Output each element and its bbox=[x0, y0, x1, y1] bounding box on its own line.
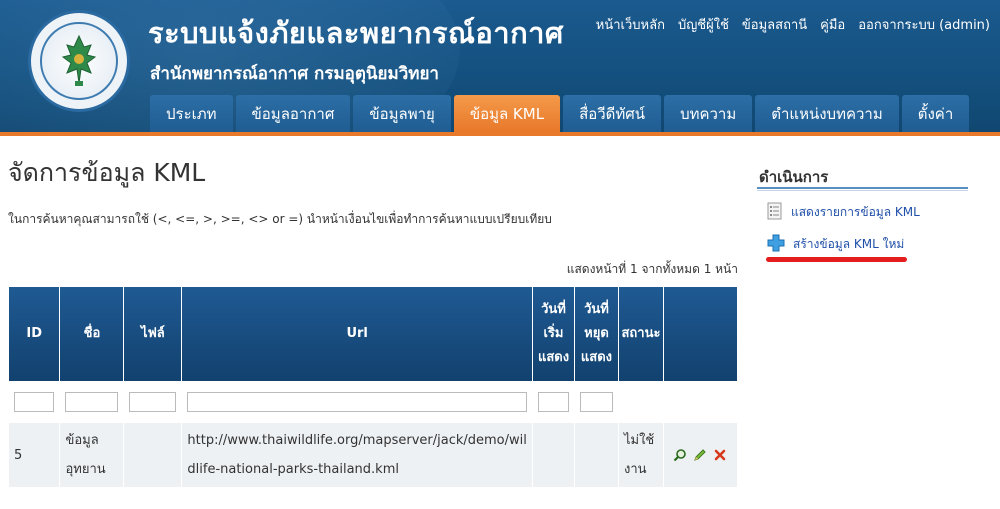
link-manual[interactable]: คู่มือ bbox=[820, 14, 845, 35]
column-header-actions bbox=[663, 287, 737, 381]
filter-status-cell bbox=[618, 381, 664, 423]
column-header-stop-date[interactable]: วันที่ หยุด แสดง bbox=[574, 287, 619, 381]
highlight-underline bbox=[766, 257, 907, 262]
column-header-status[interactable]: สถานะ bbox=[618, 287, 664, 381]
filter-url-input[interactable] bbox=[187, 392, 527, 412]
filter-actions-cell bbox=[663, 381, 738, 423]
link-home[interactable]: หน้าเว็บหลัก bbox=[596, 14, 665, 35]
tab-article-positions[interactable]: ตำแหน่งบทความ bbox=[755, 95, 899, 132]
cell-status: ไม่ใช้ งาน bbox=[618, 423, 664, 487]
tab-video-media[interactable]: สื่อวีดีทัศน์ bbox=[563, 95, 662, 132]
cell-name: ข้อมูล อุทยาน bbox=[59, 423, 125, 487]
top-links: หน้าเว็บหลัก บัญชีผู้ใช้ ข้อมูลสถานี คู่… bbox=[596, 14, 990, 35]
filter-start-date-input[interactable] bbox=[538, 392, 569, 412]
edit-icon[interactable] bbox=[692, 447, 708, 463]
filter-name-input[interactable] bbox=[65, 392, 119, 412]
filter-stop-date-input[interactable] bbox=[579, 392, 613, 412]
cell-start-date bbox=[532, 423, 575, 487]
link-account[interactable]: บัญชีผู้ใช้ bbox=[678, 14, 729, 35]
link-station-data[interactable]: ข้อมูลสถานี bbox=[742, 14, 807, 35]
cell-actions bbox=[663, 423, 737, 487]
table-header-row: ID ชื่อ ไฟล์ Url วันที่ เริ่ม แสดง วันที… bbox=[9, 287, 737, 381]
tab-types[interactable]: ประเภท bbox=[150, 95, 233, 132]
tab-weather-data[interactable]: ข้อมูลอากาศ bbox=[235, 95, 351, 132]
list-icon bbox=[767, 202, 783, 223]
pagination-summary: แสดงหน้าที่ 1 จากทั้งหมด 1 หน้า bbox=[566, 262, 738, 276]
table-row: 5 ข้อมูล อุทยาน http://www.thaiwildlife.… bbox=[9, 423, 737, 487]
cell-id: 5 bbox=[9, 423, 61, 487]
sidebar-divider bbox=[757, 187, 968, 191]
sidebar-item-label: สร้างข้อมูล KML ใหม่ bbox=[793, 237, 905, 251]
filter-row bbox=[9, 381, 738, 423]
tab-settings[interactable]: ตั้งค่า bbox=[901, 95, 970, 132]
cell-url: http://www.thaiwildlife.org/mapserver/ja… bbox=[181, 423, 533, 487]
site-title: ระบบแจ้งภัยและพยากรณ์อากาศ bbox=[148, 16, 564, 50]
page-title: จัดการข้อมูล KML bbox=[8, 158, 206, 187]
column-header-start-date[interactable]: วันที่ เริ่ม แสดง bbox=[532, 287, 575, 381]
delete-icon[interactable] bbox=[712, 447, 728, 463]
column-header-id[interactable]: ID bbox=[9, 287, 61, 381]
logo-emblem-icon bbox=[40, 22, 118, 100]
site-header: ระบบแจ้งภัยและพยากรณ์อากาศ สำนักพยากรณ์อ… bbox=[0, 0, 1000, 136]
main-nav: ประเภท ข้อมูลอากาศ ข้อมูลพายุ ข้อมูล KML… bbox=[150, 95, 970, 132]
header-accent-stripe bbox=[0, 132, 1000, 136]
tab-articles[interactable]: บทความ bbox=[664, 95, 753, 132]
department-logo[interactable] bbox=[28, 10, 130, 112]
kml-data-table: ID ชื่อ ไฟล์ Url วันที่ เริ่ม แสดง วันที… bbox=[9, 287, 738, 487]
sidebar-item-label: แสดงรายการข้อมูล KML bbox=[791, 205, 920, 219]
filter-file-input[interactable] bbox=[129, 392, 177, 412]
column-header-file[interactable]: ไฟล์ bbox=[123, 287, 183, 381]
cell-stop-date bbox=[574, 423, 619, 487]
search-hint: ในการค้นหาคุณสามารถใช้ (<, <=, >, >=, <>… bbox=[8, 212, 552, 226]
tab-storm-data[interactable]: ข้อมูลพายุ bbox=[353, 95, 451, 132]
plus-icon bbox=[767, 234, 785, 255]
sidebar-item-list-kml[interactable]: แสดงรายการข้อมูล KML bbox=[767, 202, 920, 223]
row-actions bbox=[669, 447, 732, 463]
site-subtitle: สำนักพยากรณ์อากาศ กรมอุตุนิยมวิทยา bbox=[150, 64, 439, 84]
tab-kml-data[interactable]: ข้อมูล KML bbox=[453, 95, 561, 132]
column-header-name[interactable]: ชื่อ bbox=[59, 287, 125, 381]
column-header-url[interactable]: Url bbox=[181, 287, 533, 381]
link-logout[interactable]: ออกจากระบบ (admin) bbox=[858, 14, 990, 35]
sidebar-item-create-kml[interactable]: สร้างข้อมูล KML ใหม่ bbox=[767, 234, 904, 255]
sidebar-title: ดำเนินการ bbox=[759, 168, 829, 186]
view-icon[interactable] bbox=[672, 447, 688, 463]
cell-file bbox=[123, 423, 183, 487]
filter-id-input[interactable] bbox=[14, 392, 55, 412]
